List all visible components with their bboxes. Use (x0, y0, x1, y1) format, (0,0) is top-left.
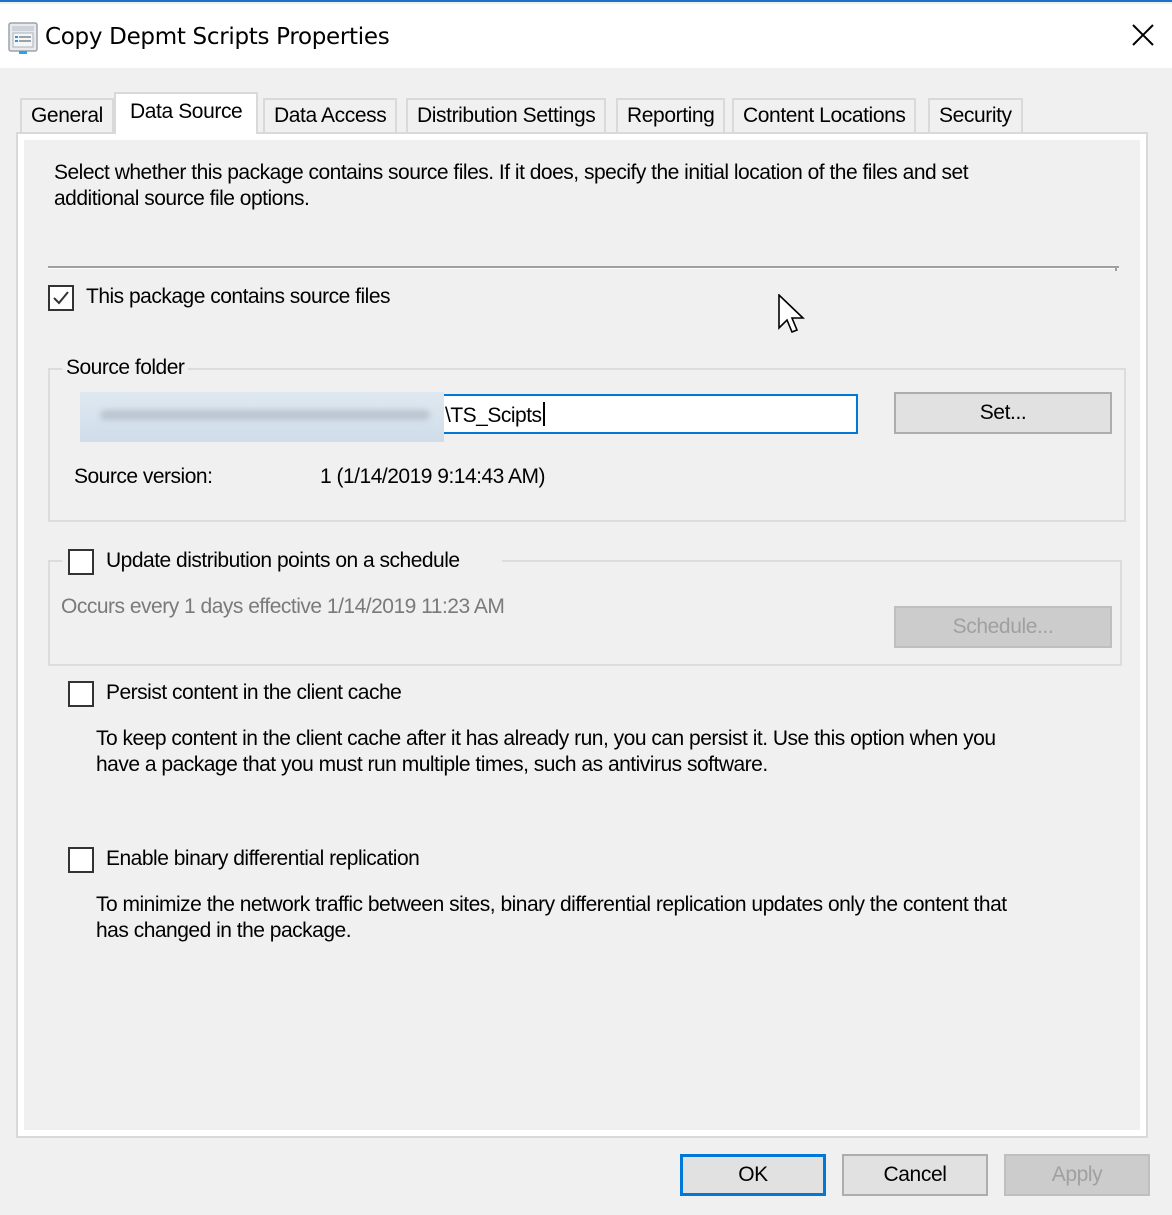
source-version-value: 1 (1/14/2019 9:14:43 AM) (320, 465, 546, 488)
tab-general[interactable]: General (20, 98, 114, 132)
binary-differential-label[interactable]: Enable binary differential replication (106, 847, 420, 871)
contains-source-files-checkbox[interactable] (48, 285, 74, 311)
update-on-schedule-label[interactable]: Update distribution points on a schedule (106, 549, 460, 573)
source-folder-legend: Source folder (62, 356, 189, 380)
checkmark-icon (53, 291, 69, 305)
properties-sheet-icon (8, 22, 38, 54)
window-title: Copy Depmt Scripts Properties (45, 24, 390, 50)
tab-label: Reporting (627, 104, 715, 127)
persist-content-label[interactable]: Persist content in the client cache (106, 681, 402, 705)
tab-data-access[interactable]: Data Access (263, 98, 398, 132)
tab-label: General (31, 104, 103, 127)
binary-differential-description-line1: To minimize the network traffic between … (96, 893, 1007, 916)
title-bar: Copy Depmt Scripts Properties (0, 4, 1172, 68)
properties-dialog: Copy Depmt Scripts Properties General Da… (0, 0, 1172, 1215)
source-folder-path-input[interactable]: \TS_Scipts (80, 392, 858, 442)
close-button[interactable] (1112, 4, 1172, 68)
persist-content-checkbox[interactable] (68, 681, 94, 707)
tab-security[interactable]: Security (928, 98, 1023, 132)
tab-distribution-settings[interactable]: Distribution Settings (406, 98, 607, 132)
tab-label: Distribution Settings (417, 104, 596, 127)
tab-label: Data Access (274, 104, 387, 127)
intro-text-line1: Select whether this package contains sou… (54, 161, 969, 184)
mouse-pointer-icon (778, 294, 805, 334)
close-icon (1132, 24, 1154, 46)
source-folder-path-value: \TS_Scipts (445, 402, 545, 428)
tab-label: Security (939, 104, 1012, 127)
intro-text-line2: additional source file options. (54, 187, 310, 210)
update-on-schedule-checkbox[interactable] (68, 549, 94, 575)
contains-source-files-label[interactable]: This package contains source files (86, 285, 391, 309)
tab-content-locations[interactable]: Content Locations (732, 98, 917, 132)
tab-label: Content Locations (743, 104, 906, 127)
source-version-label: Source version: (74, 465, 213, 488)
apply-button[interactable]: Apply (1004, 1154, 1150, 1196)
binary-differential-description-line2: has changed in the package. (96, 919, 352, 942)
persist-content-description-line1: To keep content in the client cache afte… (96, 727, 996, 750)
tab-reporting[interactable]: Reporting (616, 98, 726, 132)
binary-differential-checkbox[interactable] (68, 847, 94, 873)
schedule-description: Occurs every 1 days effective 1/14/2019 … (61, 595, 505, 618)
cancel-button[interactable]: Cancel (842, 1154, 988, 1196)
schedule-button[interactable]: Schedule... (894, 606, 1112, 648)
tab-label: Data Source (130, 100, 243, 123)
persist-content-description-line2: have a package that you must run multipl… (96, 753, 768, 776)
text-caret (542, 402, 545, 426)
separator (48, 266, 1119, 271)
tab-data-source[interactable]: Data Source (114, 92, 259, 134)
obscured-path-region (80, 392, 444, 442)
ok-button[interactable]: OK (680, 1154, 826, 1196)
set-source-folder-button[interactable]: Set... (894, 392, 1112, 434)
